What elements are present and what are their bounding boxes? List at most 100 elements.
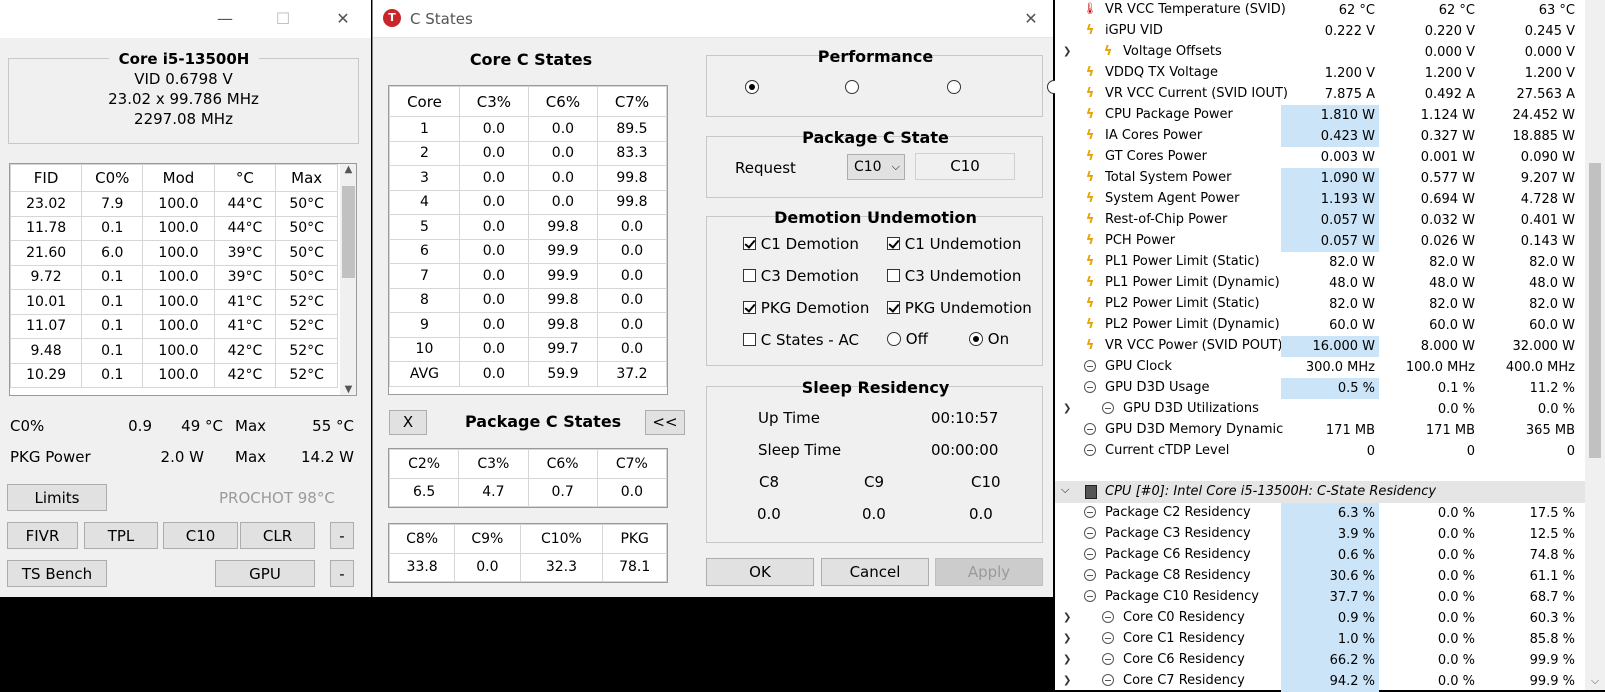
sensor-row[interactable]: ϟ iGPU VID 0.222 V 0.220 V 0.245 V [1055,21,1585,42]
ok-button[interactable]: OK [706,558,814,586]
sensor-value: 100.0 MHz [1405,360,1475,375]
core-c-states-cell: 6 [389,238,460,264]
off-radio[interactable]: Off [887,330,928,348]
sensor-row[interactable]: Package C2 Residency 6.3 % 0.0 % 17.5 % [1055,503,1585,524]
pkg-undemotion-checkbox[interactable]: PKG Undemotion [887,299,1032,317]
tpl-button[interactable]: TPL [84,522,158,549]
sensor-value: 1.193 W [1281,189,1379,210]
sensor-row[interactable]: ϟ VDDQ TX Voltage 1.200 V 1.200 V 1.200 V [1055,63,1585,84]
sensor-row[interactable]: ϟ VR VCC Current (SVID IOUT) 7.875 A 0.492 … [1055,84,1585,105]
request-select[interactable]: C10 ⌵ [847,154,905,180]
c10-button[interactable]: C10 [163,522,238,549]
core-c-states-cell: 83.3 [596,140,668,166]
perf-radio-3[interactable] [946,80,961,94]
sensor-row[interactable]: Package C10 Residency 37.7 % 0.0 % 68.7 % [1055,587,1585,608]
expand-chevron-icon[interactable]: ❯ [1063,633,1071,644]
sensor-scroll-thumb[interactable] [1589,163,1601,458]
thermometer-icon: 🌡 [1083,2,1097,15]
expand-chevron-icon[interactable]: ❯ [1063,654,1071,665]
minimize-icon[interactable]: — [212,6,238,32]
sensor-list-scrollbar[interactable]: ⌵ [1585,0,1605,690]
sensor-row[interactable]: ϟ CPU Package Power 1.810 W 1.124 W 24.452 W [1055,105,1585,126]
core-table-scrollbar[interactable]: ▲ ▼ [340,164,356,395]
limits-button[interactable]: Limits [7,484,107,511]
scroll-down-icon[interactable]: ▼ [340,384,356,395]
c-states-ac-checkbox[interactable]: C States - AC [743,331,859,349]
sensor-row[interactable]: GPU D3D Memory Dynamic 171 MB 171 MB 365 MB [1055,420,1585,441]
collapse-button[interactable]: << [645,410,685,435]
perf-radio-2[interactable] [845,80,860,94]
sensor-row[interactable]: ϟ PCH Power 0.057 W 0.026 W 0.143 W [1055,231,1585,252]
core-table-cell: 100.0 [142,313,215,339]
scroll-up-icon[interactable]: ▲ [340,164,356,175]
sensor-row[interactable]: ϟ VR VCC Power (SVID POUT) 16.000 W 8.000 W… [1055,336,1585,357]
sensor-row[interactable]: ϟ PL1 Power Limit (Static) 82.0 W 82.0 W 82.… [1055,252,1585,273]
sensor-row[interactable]: ❯ ϟ Voltage Offsets 0.000 V 0.000 V [1055,42,1585,63]
core-c-states-cell: 0.0 [527,165,598,191]
sensor-row[interactable]: ❯ GPU D3D Utilizations 0.0 % 0.0 % [1055,399,1585,420]
sleep-residency-title: Sleep Residency [801,378,950,397]
core-c-states-row: 8 0.0 99.8 0.0 [389,287,668,313]
expand-chevron-icon[interactable]: ❯ [1063,675,1071,686]
sensor-value: 1.200 V [1424,66,1475,81]
dash-button-2[interactable]: - [330,560,354,587]
sensor-section-header[interactable]: ⌵ CPU [#0]: Intel Core i5-13500H: C-State… [1055,481,1585,503]
fivr-button[interactable]: FIVR [7,522,78,549]
sensor-row[interactable]: Package C3 Residency 3.9 % 0.0 % 12.5 % [1055,524,1585,545]
c3-undemotion-checkbox[interactable]: C3 Undemotion [887,267,1021,285]
sleeptime-value: 00:00:00 [931,441,999,459]
sensor-row[interactable]: Package C8 Residency 30.6 % 0.0 % 61.1 % [1055,566,1585,587]
c1-undemotion-checkbox[interactable]: C1 Undemotion [887,235,1021,253]
sensor-value: 68.7 % [1529,590,1575,605]
sensor-row[interactable]: ϟ System Agent Power 1.193 W 0.694 W 4.728 W [1055,189,1585,210]
gauge-icon [1102,632,1114,644]
expand-chevron-icon[interactable]: ❯ [1063,46,1071,57]
sensor-value: 0.0 % [1437,527,1475,542]
sensor-row[interactable]: ϟ PL2 Power Limit (Static) 82.0 W 82.0 W 82.… [1055,294,1585,315]
scroll-thumb[interactable] [342,186,355,278]
sensor-row[interactable]: ϟ PL1 Power Limit (Dynamic) 48.0 W 48.0 W 48… [1055,273,1585,294]
core-c-states-header: C6% [527,86,598,117]
sensor-row[interactable]: ϟ IA Cores Power 0.423 W 0.327 W 18.885 W [1055,126,1585,147]
sensor-row[interactable]: ❯ Core C7 Residency 94.2 % 0.0 % 99.9 % [1055,671,1585,692]
dash-button[interactable]: - [330,522,354,549]
scroll-down-icon[interactable]: ⌵ [1585,674,1605,688]
core-table-cell: 52°C [275,362,338,388]
core-table-cell: 9.72 [10,264,83,290]
c3-demotion-checkbox[interactable]: C3 Demotion [743,267,859,285]
close-icon[interactable]: ✕ [1018,6,1044,32]
apply-button[interactable]: Apply [935,558,1043,586]
sensor-row[interactable]: 🌡 VR VCC Temperature (SVID) 62 °C 62 °C 63 °… [1055,0,1585,21]
expand-chevron-icon[interactable]: ❯ [1063,612,1071,623]
core-c-states-row: 7 0.0 99.9 0.0 [389,263,668,289]
expand-chevron-icon[interactable]: ❯ [1063,403,1071,414]
gpu-button[interactable]: GPU [215,560,315,587]
ts-bench-button[interactable]: TS Bench [7,560,107,587]
sensor-row[interactable]: GPU Clock 300.0 MHz 100.0 MHz 400.0 MHz [1055,357,1585,378]
c1-demotion-checkbox[interactable]: C1 Demotion [743,235,859,253]
pkg-power-value: 2.0 W [160,448,204,466]
sensor-row[interactable]: ❯ Core C1 Residency 1.0 % 0.0 % 85.8 % [1055,629,1585,650]
sensor-value [1281,399,1379,420]
collapse-chevron-icon[interactable]: ⌵ [1061,483,1069,497]
sensor-row[interactable]: ❯ Core C6 Residency 66.2 % 0.0 % 99.9 % [1055,650,1585,671]
sensor-row[interactable]: Package C6 Residency 0.6 % 0.0 % 74.8 % [1055,545,1585,566]
on-radio[interactable]: On [969,330,1009,348]
performance-title: Performance [817,47,934,66]
sensor-row[interactable]: ϟ PL2 Power Limit (Dynamic) 60.0 W 60.0 W 60… [1055,315,1585,336]
sensor-row[interactable]: ϟ GT Cores Power 0.003 W 0.001 W 0.090 W [1055,147,1585,168]
pkg-demotion-checkbox[interactable]: PKG Demotion [743,299,869,317]
sensor-row[interactable]: ❯ Core C0 Residency 0.9 % 0.0 % 60.3 % [1055,608,1585,629]
x-button[interactable]: X [389,410,427,435]
sensor-row[interactable]: ϟ Total System Power 1.090 W 0.577 W 9.207 W [1055,168,1585,189]
close-icon[interactable]: ✕ [330,6,356,32]
c1-undemotion-label: C1 Undemotion [904,235,1022,253]
sensor-row[interactable]: GPU D3D Usage 0.5 % 0.1 % 11.2 % [1055,378,1585,399]
c-states-ac-label: C States - AC [760,331,859,349]
perf-radio-1[interactable] [745,80,759,94]
sensor-name: GPU D3D Utilizations [1123,401,1259,416]
cancel-button[interactable]: Cancel [821,558,929,586]
sensor-row[interactable]: ϟ Rest-of-Chip Power 0.057 W 0.032 W 0.401 W [1055,210,1585,231]
clr-button[interactable]: CLR [240,522,315,549]
sensor-row[interactable]: Current cTDP Level 0 0 0 [1055,441,1585,462]
